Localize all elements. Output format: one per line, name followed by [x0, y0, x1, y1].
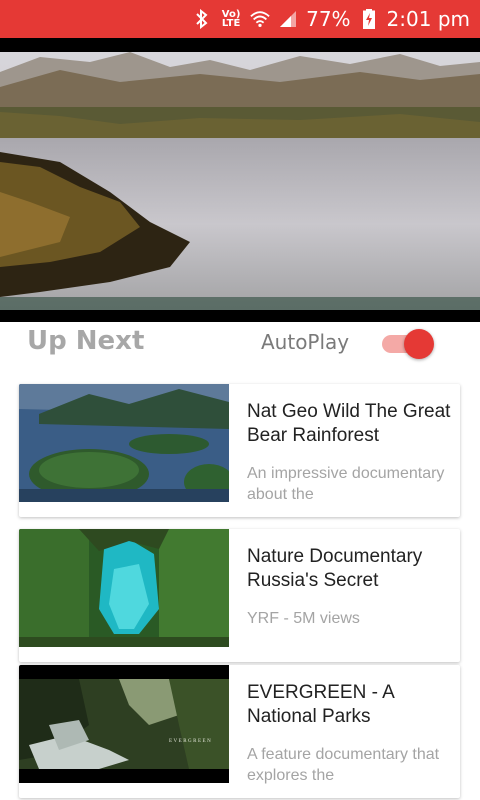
clock: 2:01 pm — [386, 7, 470, 31]
video-card[interactable]: EVERGREEN EVERGREEN - A National Parks A… — [19, 665, 460, 798]
video-scene — [0, 52, 480, 310]
volte-icon: Vo) LTE — [220, 10, 242, 29]
video-title[interactable]: Nat Geo Wild The Great Bear Rainforest — [247, 400, 452, 448]
battery-charging-icon — [359, 9, 379, 29]
battery-percent: 77% — [306, 7, 351, 31]
video-subtitle: A feature documentary that explores the — [247, 746, 440, 784]
thumbnail-island-lake — [19, 384, 229, 502]
video-card[interactable]: Nature Documentary Russia's Secret YRF -… — [19, 529, 460, 662]
video-subtitle: An impressive documentary about the — [247, 465, 445, 503]
wifi-icon — [250, 9, 270, 29]
video-subtitle: YRF - 5M views — [247, 610, 360, 627]
up-next-header: Up Next AutoPlay — [0, 322, 480, 362]
autoplay-toggle[interactable] — [382, 328, 438, 359]
thumbnail-forest-waterfall — [19, 665, 229, 783]
video-thumbnail[interactable] — [19, 384, 229, 502]
thumbnail-green-cave — [19, 529, 229, 647]
signal-icon — [278, 9, 298, 29]
video-player[interactable] — [0, 38, 480, 322]
status-bar: Vo) LTE 77% 2:01 pm — [0, 0, 480, 38]
video-thumbnail[interactable] — [19, 529, 229, 647]
bluetooth-icon — [192, 9, 212, 29]
video-card[interactable]: Nat Geo Wild The Great Bear Rainforest A… — [19, 384, 460, 517]
autoplay-label: AutoPlay — [261, 330, 350, 354]
video-thumbnail[interactable]: EVERGREEN — [19, 665, 229, 783]
video-title[interactable]: EVERGREEN - A National Parks — [247, 681, 452, 729]
thumbnail-caption: EVERGREEN — [169, 739, 213, 744]
video-title[interactable]: Nature Documentary Russia's Secret — [247, 545, 452, 593]
up-next-title: Up Next — [27, 326, 145, 356]
video-frame-mountain-lake[interactable] — [0, 52, 480, 310]
toggle-knob — [404, 329, 434, 359]
volte-line2: LTE — [221, 18, 241, 29]
